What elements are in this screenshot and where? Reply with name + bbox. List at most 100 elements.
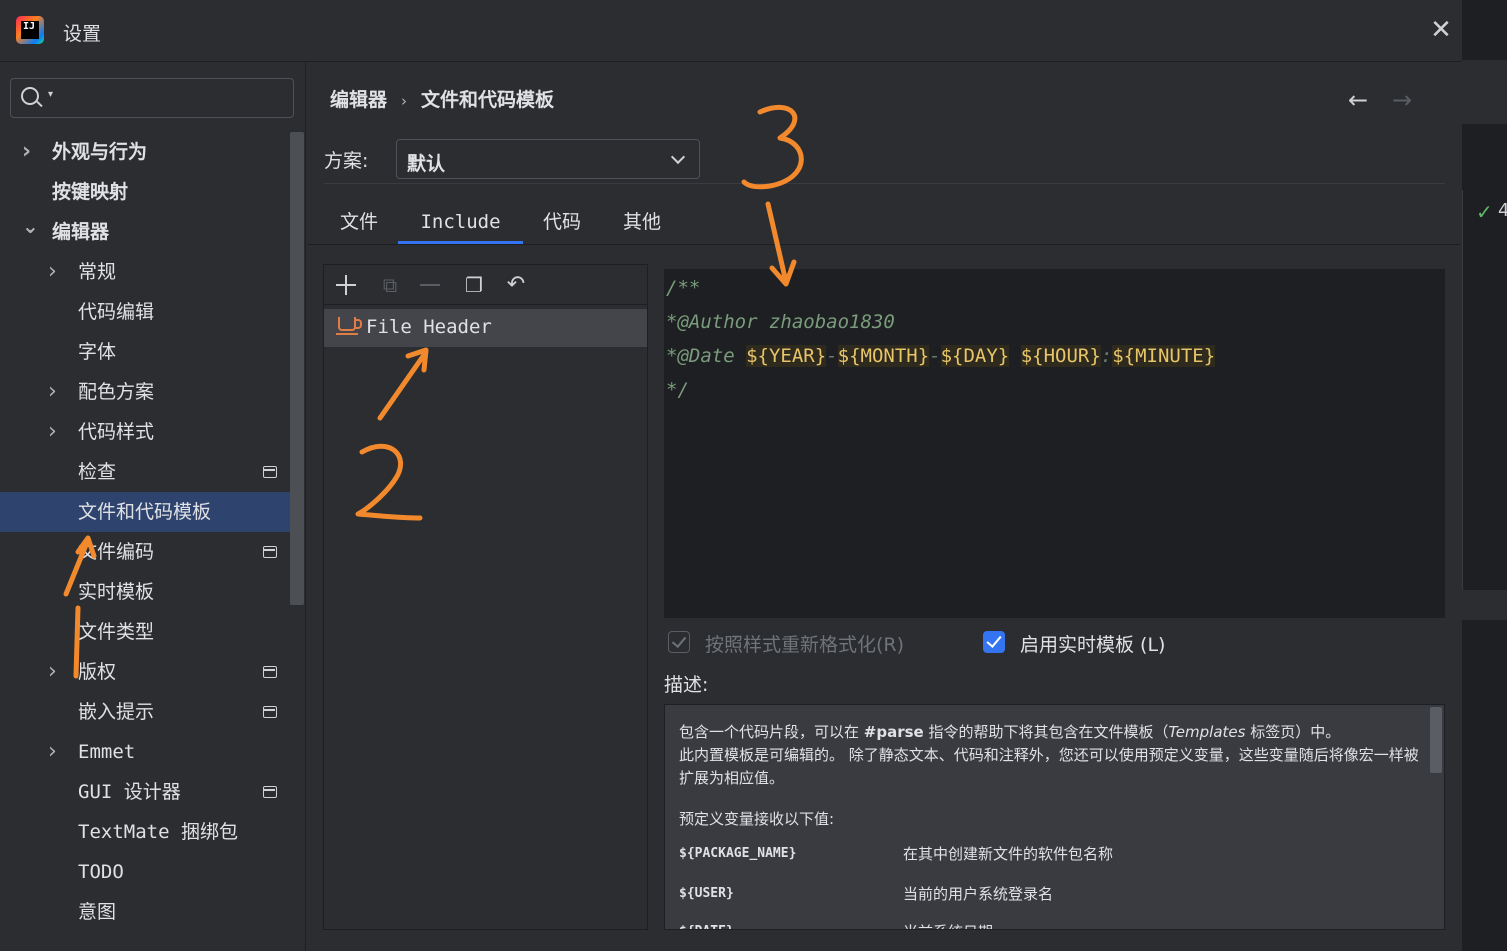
chevron-right-icon[interactable]: › <box>48 252 57 292</box>
background-ide-edge: ✓ 4 <box>1462 0 1507 951</box>
tab-other[interactable]: 其他 <box>603 200 681 244</box>
sidebar-item[interactable]: › 外观与行为 <box>0 132 290 172</box>
dialog-title: 设置 <box>63 23 102 45</box>
sidebar-item-label: 检查 <box>78 461 117 483</box>
tab-include[interactable]: Include <box>398 200 523 244</box>
sidebar-scrollbar[interactable] <box>290 132 304 605</box>
description-text: 包含一个代码片段，可以在 #parse 指令的帮助下将其包含在文件模板（Temp… <box>679 723 1419 787</box>
project-scope-icon <box>263 546 277 558</box>
sidebar-item-label: 版权 <box>78 661 117 683</box>
template-code-editor[interactable]: /** *@Author zhaobao1830 *@Date ${YEAR}-… <box>664 269 1445 618</box>
tabs-divider <box>308 244 1460 245</box>
description-label: 描述: <box>664 674 709 696</box>
sidebar-item[interactable]: 代码编辑 <box>0 292 290 332</box>
settings-search-input[interactable]: ▾ <box>10 78 294 118</box>
project-scope-icon <box>263 706 277 718</box>
code-line-4: */ <box>666 379 689 401</box>
template-name: File Header <box>366 316 492 338</box>
sidebar-item-label: 外观与行为 <box>52 141 148 163</box>
template-list-panel: ⧉ ❐ ↶ File Header <box>323 264 648 930</box>
project-scope-icon <box>263 466 277 478</box>
tab-files[interactable]: 文件 <box>320 200 398 244</box>
sidebar-item[interactable]: 嵌入提示 <box>0 692 290 732</box>
settings-sidebar: ▾ › 外观与行为 按键映射 ⌄ 编辑器 › 常规 代码编辑 字体 › 配色方案 › 代码样式 检查 文件和… <box>0 62 306 951</box>
sidebar-item-label: 编辑器 <box>52 221 110 243</box>
sidebar-item-label: 文件编码 <box>78 541 155 563</box>
intellij-logo-icon: IJ <box>16 16 44 44</box>
title-bar: IJ 设置 ✕ <box>0 0 1462 62</box>
settings-tree: › 外观与行为 按键映射 ⌄ 编辑器 › 常规 代码编辑 字体 › 配色方案 › 代码样式 检查 文件和代码… <box>0 132 304 932</box>
remove-icon[interactable] <box>416 271 444 299</box>
live-templates-label: 启用实时模板 (L) <box>1020 634 1166 656</box>
reformat-checkbox[interactable] <box>668 631 690 653</box>
breadcrumb-parent[interactable]: 编辑器 <box>330 89 387 111</box>
sidebar-item-label: GUI 设计器 <box>78 781 181 803</box>
list-item[interactable]: File Header <box>324 309 647 347</box>
back-arrow-icon[interactable]: ← <box>1348 86 1368 114</box>
forward-arrow-icon[interactable]: → <box>1392 86 1412 114</box>
scheme-value: 默认 <box>407 153 446 175</box>
sidebar-item-label: 配色方案 <box>78 381 155 403</box>
breadcrumb-current: 文件和代码模板 <box>421 89 555 111</box>
chevron-down-icon[interactable]: ⌄ <box>22 206 39 246</box>
reformat-label: 按照样式重新格式化(R) <box>705 634 905 656</box>
sidebar-item-label: 字体 <box>78 341 117 363</box>
search-options-caret-icon[interactable]: ▾ <box>48 89 53 100</box>
tab-code[interactable]: 代码 <box>523 200 601 244</box>
sidebar-item[interactable]: › 常规 <box>0 252 290 292</box>
code-line-2: *@Author zhaobao1830 <box>666 311 895 333</box>
chevron-down-icon <box>670 149 686 165</box>
sidebar-item[interactable]: 文件类型 <box>0 612 290 652</box>
reset-icon[interactable]: ↶ <box>502 271 530 299</box>
sidebar-item-label: 文件和代码模板 <box>78 501 212 523</box>
code-line-1: /** <box>666 277 701 299</box>
sidebar-item[interactable]: 按键映射 <box>0 172 290 212</box>
sidebar-item[interactable]: 检查 <box>0 452 290 492</box>
sidebar-item[interactable]: 字体 <box>0 332 290 372</box>
sidebar-item[interactable]: TODO <box>0 852 290 892</box>
sidebar-item[interactable]: 文件和代码模板 <box>0 492 304 532</box>
sidebar-item-label: 代码编辑 <box>78 301 155 323</box>
sidebar-item-label: 按键映射 <box>52 181 129 203</box>
sidebar-item[interactable]: GUI 设计器 <box>0 772 290 812</box>
copy-icon[interactable]: ❐ <box>460 271 488 299</box>
description-intro: 预定义变量接收以下值: <box>679 810 835 828</box>
search-icon <box>21 87 39 105</box>
sidebar-item[interactable]: 实时模板 <box>0 572 290 612</box>
chevron-right-icon[interactable]: › <box>48 412 57 452</box>
sidebar-item[interactable]: › Emmet <box>0 732 290 772</box>
add-child-icon[interactable]: ⧉ <box>376 271 404 299</box>
scheme-label: 方案: <box>324 150 369 172</box>
sidebar-item-label: 代码样式 <box>78 421 155 443</box>
sidebar-item[interactable]: TextMate 捆绑包 <box>0 812 290 852</box>
close-icon[interactable]: ✕ <box>1427 14 1455 46</box>
code-line-3: *@Date ${YEAR}-${MONTH}-${DAY} ${HOUR}:$… <box>666 345 1216 367</box>
divider <box>324 183 1445 184</box>
sidebar-item[interactable]: › 配色方案 <box>0 372 290 412</box>
background-text: 4 <box>1498 200 1507 221</box>
variable-row: ${DATE}当前系统日期 <box>679 921 993 929</box>
sidebar-item[interactable]: › 代码样式 <box>0 412 290 452</box>
breadcrumb: 编辑器 › 文件和代码模板 <box>330 85 554 112</box>
variable-row: ${PACKAGE_NAME} 在其中创建新文件的软件包名称 <box>679 845 1114 863</box>
check-icon: ✓ <box>1476 200 1493 224</box>
sidebar-item-label: 实时模板 <box>78 581 155 603</box>
live-templates-checkbox[interactable] <box>983 631 1005 653</box>
template-toolbar: ⧉ ❐ ↶ <box>324 265 647 305</box>
sidebar-item[interactable]: ⌄ 编辑器 <box>0 212 290 252</box>
scheme-dropdown[interactable]: 默认 <box>396 139 700 179</box>
sidebar-item-label: Emmet <box>78 741 136 763</box>
sidebar-item[interactable]: 文件编码 <box>0 532 290 572</box>
description-panel: 包含一个代码片段，可以在 #parse 指令的帮助下将其包含在文件模板（Temp… <box>664 704 1445 930</box>
sidebar-item[interactable]: › 版权 <box>0 652 290 692</box>
chevron-right-icon[interactable]: › <box>48 732 57 772</box>
chevron-right-icon[interactable]: › <box>22 132 31 172</box>
settings-dialog: IJ 设置 ✕ ▾ › 外观与行为 按键映射 ⌄ 编辑器 › 常规 代码编辑 字体 › 配色方案 › 代… <box>0 0 1462 951</box>
chevron-right-icon[interactable]: › <box>48 372 57 412</box>
description-scrollbar[interactable] <box>1430 707 1442 773</box>
breadcrumb-separator-icon: › <box>401 92 408 110</box>
add-icon[interactable] <box>332 271 360 299</box>
chevron-right-icon[interactable]: › <box>48 652 57 692</box>
sidebar-item-label: 文件类型 <box>78 621 155 643</box>
sidebar-item[interactable]: 意图 <box>0 892 290 932</box>
